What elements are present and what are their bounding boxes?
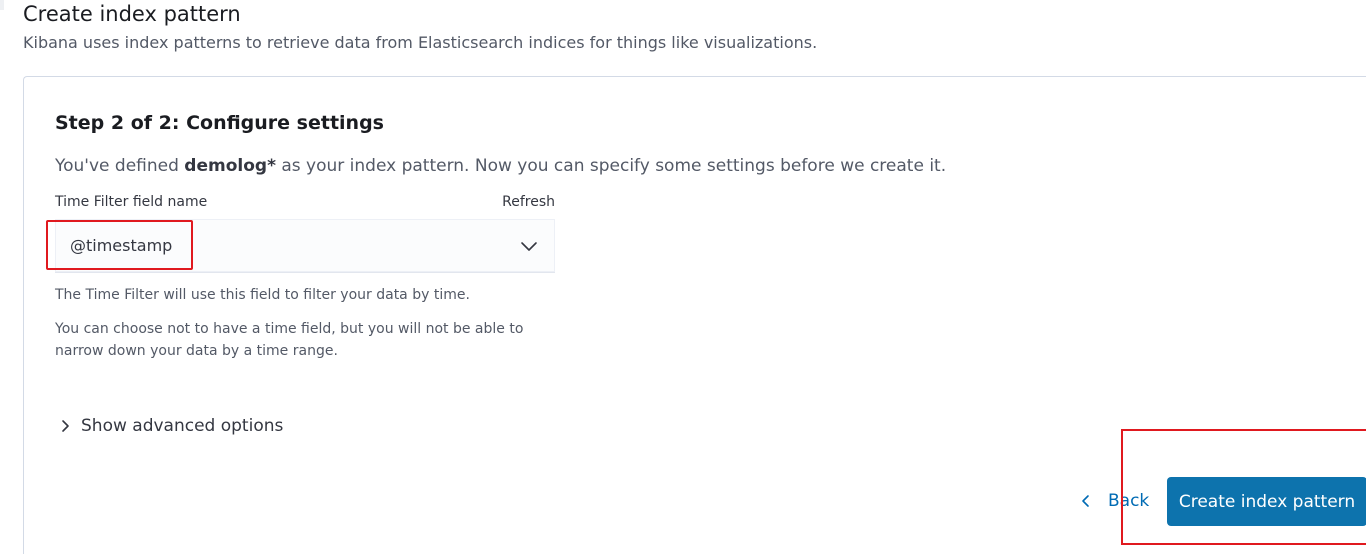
create-index-pattern-page: Create index pattern Kibana uses index p… (0, 0, 1366, 554)
time-filter-field-select[interactable]: @timestamp (55, 219, 555, 273)
create-index-pattern-button[interactable]: Create index pattern (1167, 477, 1366, 526)
back-button[interactable]: Back (1078, 488, 1149, 514)
defined-pattern-text: You've defined demolog* as your index pa… (55, 155, 946, 177)
index-pattern-name: demolog* (184, 156, 276, 176)
chevron-right-icon (62, 420, 69, 432)
left-edge-marker (0, 0, 4, 10)
show-advanced-options-toggle[interactable]: Show advanced options (57, 413, 283, 439)
page-title: Create index pattern (23, 2, 241, 26)
back-button-label: Back (1108, 491, 1150, 511)
refresh-button[interactable]: Refresh (494, 193, 555, 211)
time-filter-selected-value: @timestamp (70, 236, 173, 255)
page-subtitle: Kibana uses index patterns to retrieve d… (23, 33, 818, 52)
show-advanced-options-label: Show advanced options (81, 416, 284, 436)
chevron-down-icon (521, 242, 537, 251)
chevron-left-icon (1082, 495, 1089, 507)
defined-suffix: as your index pattern. Now you can speci… (275, 156, 947, 176)
configure-settings-panel: Step 2 of 2: Configure settings You've d… (23, 76, 1366, 554)
defined-prefix: You've defined (55, 156, 185, 176)
step-title: Step 2 of 2: Configure settings (55, 112, 384, 134)
no-time-field-help-text: You can choose not to have a time field,… (55, 321, 524, 359)
time-filter-help-text: The Time Filter will use this field to f… (55, 287, 470, 303)
time-filter-field-label: Time Filter field name (55, 194, 208, 210)
